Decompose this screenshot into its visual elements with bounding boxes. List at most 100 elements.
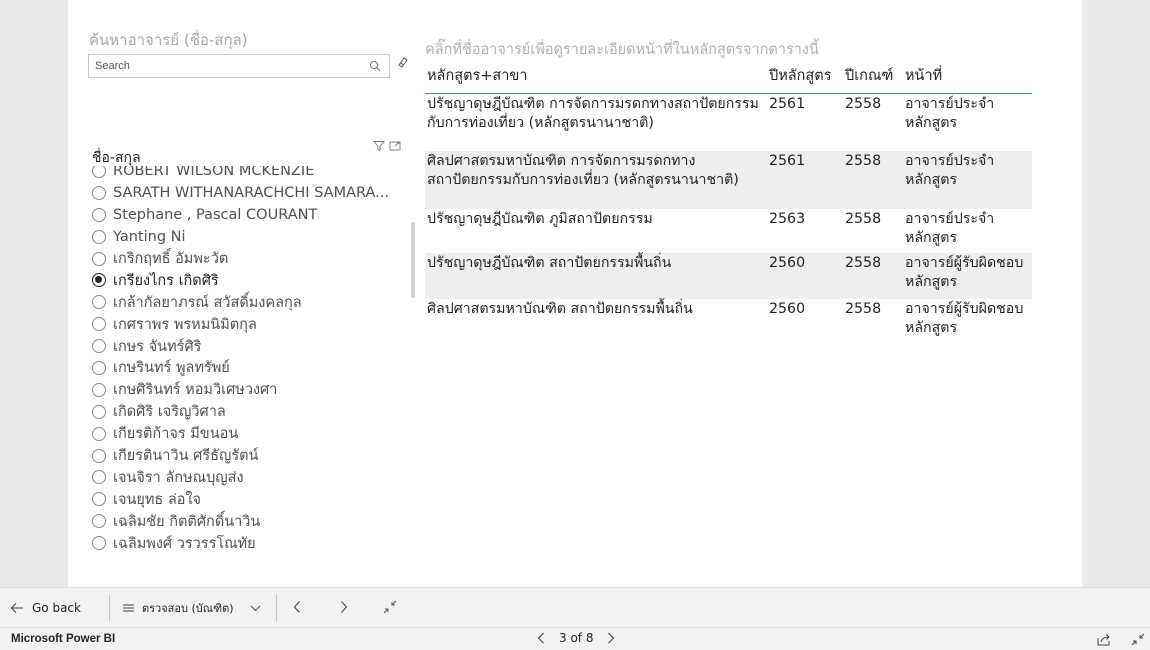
table-row[interactable]: ปรัชญาดุษฎีบัณฑิต ภูมิสถาปัตยกรรม 2563 2… [425, 209, 1032, 253]
search-box[interactable] [88, 54, 390, 78]
cell-course-year: 2560 [769, 301, 806, 317]
slicer-item[interactable]: เกิดศิริ เจริญวิศาล [92, 401, 412, 423]
radio-icon[interactable] [92, 185, 106, 200]
slicer-item[interactable]: เกษศิรินทร์ หอมวิเศษวงศา [92, 379, 412, 401]
search-icon[interactable] [369, 60, 381, 72]
slicer-item[interactable]: เกษรินทร์ พูลทรัพย์ [92, 357, 412, 379]
focus-mode-icon[interactable] [389, 140, 401, 152]
radio-icon[interactable] [92, 382, 106, 397]
slicer-item[interactable]: เกียรติก้าจร มีขนอน [92, 423, 412, 445]
cell-criteria-year: 2558 [845, 255, 882, 271]
page-selector-button[interactable]: ตรวจสอบ (บัณฑิต) [123, 597, 261, 619]
collapse-icon[interactable] [383, 600, 397, 614]
filter-icon[interactable] [373, 140, 385, 152]
slicer-item-label: Yanting Ni [113, 228, 186, 245]
table-row[interactable]: ปรัชญาดุษฎีบัณฑิต การจัดการมรดกทางสถาปัต… [425, 94, 1032, 151]
slicer-item[interactable]: เกล้ากัลยาภรณ์ สวัสดิ์มงคลกุล [92, 291, 412, 313]
radio-icon[interactable] [92, 360, 106, 375]
cell-criteria-year: 2558 [845, 211, 882, 227]
slicer-item-label: ROBERT WILSON MCKENZIE [113, 166, 315, 179]
slicer-item[interactable]: เฉลิมชัย กิตติศักดิ์นาวิน [92, 510, 412, 532]
slicer-item[interactable]: เกศราพร พรหมนิมิตกุล [92, 313, 412, 335]
column-header-role[interactable]: หน้าที่ [905, 64, 1032, 87]
slicer-item-label: เกษศิรินทร์ หอมวิเศษวงศา [113, 382, 278, 399]
cell-criteria-year: 2558 [845, 153, 882, 169]
slicer-item-label: เกียรตินาวิน ศรีธัญรัตน์ [113, 448, 259, 465]
slicer-item[interactable]: เฉลิมพงศ์ วรวรรโณทัย [92, 532, 412, 554]
slicer-item-label: Stephane , Pascal COURANT [113, 206, 318, 223]
slicer-item[interactable]: เกียรตินาวิน ศรีธัญรัตน์ [92, 445, 412, 467]
slicer-list: ROBERT WILSON MCKENZIE SARATH WITHANARAC… [92, 166, 412, 582]
table-header-row: หลักสูตร+สาขา ปีหลักสูตร ปีเกณฑ์ หน้าที่ [425, 58, 1032, 94]
slicer-item[interactable]: ROBERT WILSON MCKENZIE [92, 166, 412, 182]
radio-icon[interactable] [92, 448, 106, 463]
page-name-label: ตรวจสอบ (บัณฑิต) [142, 602, 234, 615]
slicer-item-label: เจนยุทธ ล่อใจ [113, 491, 202, 508]
fullscreen-icon[interactable] [1131, 633, 1145, 646]
radio-icon[interactable] [92, 426, 106, 441]
table-row[interactable]: ศิลปศาสตรมหาบัณฑิต สถาปัตยกรรมพื้นถิ่น 2… [425, 299, 1032, 345]
slicer-item-label: เกษรินทร์ พูลทรัพย์ [113, 360, 230, 377]
radio-icon[interactable] [92, 166, 106, 178]
column-header-course-year[interactable]: ปีหลักสูตร [769, 64, 845, 87]
slicer-item-label: เกริกฤทธิ์ อัมพะวัต [113, 251, 229, 268]
cell-course: ศิลปศาสตรมหาบัณฑิต การจัดการมรดกทางสถาปั… [427, 153, 739, 188]
go-back-button[interactable]: Go back [10, 597, 81, 619]
page-pager: 3 of 8 [537, 631, 615, 645]
brand-label[interactable]: Microsoft Power BI [11, 633, 115, 645]
radio-icon[interactable] [92, 229, 106, 244]
power-bi-footer: Microsoft Power BI 3 of 8 [0, 627, 1150, 650]
slicer-item[interactable]: Stephane , Pascal COURANT [92, 204, 412, 226]
share-icon[interactable] [1097, 633, 1111, 646]
cell-course: ปรัชญาดุษฎีบัณฑิต การจัดการมรดกทางสถาปัต… [427, 96, 759, 131]
radio-icon[interactable] [92, 295, 106, 310]
table-row[interactable]: ศิลปศาสตรมหาบัณฑิต การจัดการมรดกทางสถาปั… [425, 151, 1032, 209]
slicer-item[interactable]: เกษร จันทร์ศิริ [92, 335, 412, 357]
radio-icon[interactable] [92, 207, 106, 222]
report-canvas: ค้นหาอาจารย์ (ชื่อ-สกุล) ชื่อ-สกุล ROBER… [68, 0, 1082, 587]
cell-criteria-year: 2558 [845, 96, 882, 112]
slicer-scrollbar[interactable] [411, 222, 415, 298]
slicer-item-label: เกิดศิริ เจริญวิศาล [113, 404, 226, 421]
page-count-label: 3 of 8 [559, 631, 594, 645]
radio-icon[interactable] [92, 536, 106, 551]
cell-course: ปรัชญาดุษฎีบัณฑิต สถาปัตยกรรมพื้นถิ่น [427, 255, 672, 271]
table-row[interactable]: ปรัชญาดุษฎีบัณฑิต สถาปัตยกรรมพื้นถิ่น 25… [425, 253, 1032, 299]
slicer-item[interactable]: SARATH WITHANARACHCHI SAMARA... [92, 182, 412, 204]
search-title: ค้นหาอาจารย์ (ชื่อ-สกุล) [89, 31, 248, 49]
slicer-item[interactable]: Yanting Ni [92, 226, 412, 248]
radio-icon[interactable] [92, 317, 106, 332]
cell-role: อาจารย์ประจำหลักสูตร [905, 153, 995, 188]
slicer-item[interactable]: เจนยุทธ ล่อใจ [92, 488, 412, 510]
divider [109, 595, 110, 621]
eraser-icon[interactable] [397, 56, 409, 68]
next-page-icon[interactable] [339, 600, 349, 614]
cell-role: อาจารย์ประจำหลักสูตร [905, 96, 995, 131]
radio-icon[interactable] [92, 514, 106, 529]
cell-course-year: 2561 [769, 96, 806, 112]
previous-page-icon[interactable] [537, 632, 545, 644]
radio-icon[interactable] [92, 339, 106, 354]
slicer-item[interactable]: เกริกฤทธิ์ อัมพะวัต [92, 248, 412, 270]
slicer-item[interactable]: เจนจิรา ลักษณบุญส่ง [92, 466, 412, 488]
search-input[interactable] [89, 55, 369, 77]
cell-role: อาจารย์ประจำหลักสูตร [905, 211, 995, 246]
radio-icon[interactable] [92, 470, 106, 485]
column-header-course[interactable]: หลักสูตร+สาขา [425, 64, 769, 87]
cell-course: ศิลปศาสตรมหาบัณฑิต สถาปัตยกรรมพื้นถิ่น [427, 301, 693, 317]
slicer-item-label: เกล้ากัลยาภรณ์ สวัสดิ์มงคลกุล [113, 294, 302, 311]
next-page-icon[interactable] [607, 632, 615, 644]
cell-course-year: 2561 [769, 153, 806, 169]
slicer-item-selected[interactable]: เกรียงไกร เกิดศิริ [92, 269, 412, 291]
previous-page-icon[interactable] [292, 600, 302, 614]
slicer-item-label: เฉลิมพงศ์ วรวรรโณทัย [113, 535, 256, 552]
slicer-item-label: เกรียงไกร เกิดศิริ [113, 272, 219, 289]
radio-icon[interactable] [92, 251, 106, 266]
radio-checked-icon[interactable] [92, 273, 106, 288]
slicer-item-label: เกียรติก้าจร มีขนอน [113, 426, 239, 443]
column-header-criteria-year[interactable]: ปีเกณฑ์ [845, 64, 905, 87]
radio-icon[interactable] [92, 492, 106, 507]
slicer-item-label: เกศราพร พรหมนิมิตกุล [113, 316, 257, 333]
radio-icon[interactable] [92, 404, 106, 419]
cell-criteria-year: 2558 [845, 301, 882, 317]
